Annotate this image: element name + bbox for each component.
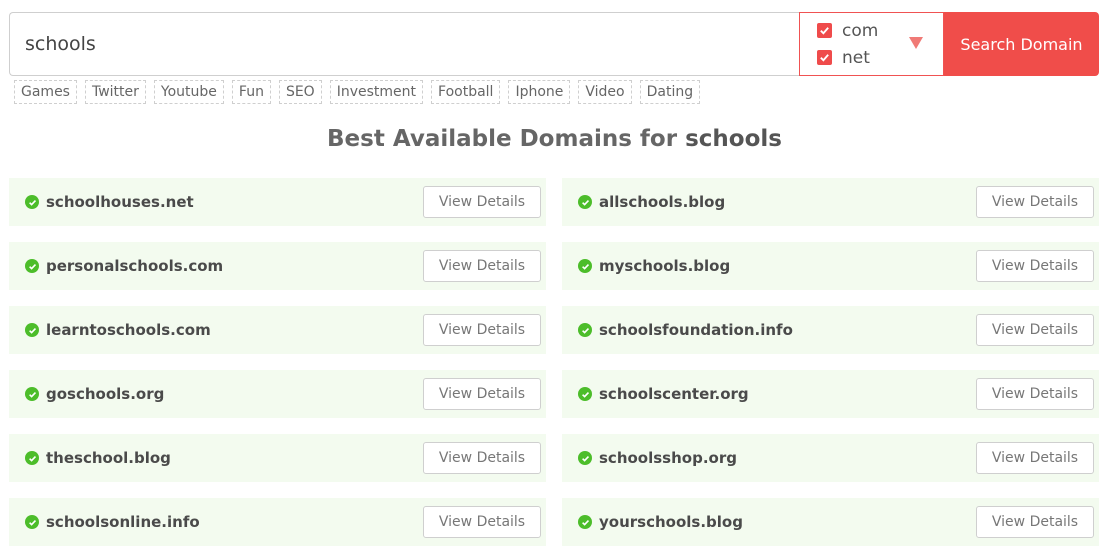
result-row: schoolsfoundation.info View Details xyxy=(562,306,1099,354)
search-input[interactable] xyxy=(9,12,799,76)
domain-wrap: learntoschools.com xyxy=(25,321,211,339)
domain-wrap: allschools.blog xyxy=(578,193,725,211)
available-check-icon xyxy=(578,259,592,273)
checkbox-checked-icon[interactable] xyxy=(817,23,832,38)
tag-twitter[interactable]: Twitter xyxy=(84,80,146,104)
domain-name[interactable]: myschools.blog xyxy=(599,257,730,275)
results-grid: schoolhouses.net View Details allschools.b… xyxy=(9,178,1099,546)
domain-wrap: schoolscenter.org xyxy=(578,385,749,403)
tag-football[interactable]: Football xyxy=(431,80,501,104)
tld-selector[interactable]: com net xyxy=(799,12,944,76)
domain-wrap: goschools.org xyxy=(25,385,164,403)
domain-wrap: personalschools.com xyxy=(25,257,223,275)
domain-name[interactable]: schoolsshop.org xyxy=(599,449,737,467)
view-details-button[interactable]: View Details xyxy=(423,442,541,474)
search-domain-button[interactable]: Search Domain xyxy=(944,12,1099,76)
available-check-icon xyxy=(25,387,39,401)
tag-dating[interactable]: Dating xyxy=(639,80,701,104)
tag-fun[interactable]: Fun xyxy=(231,80,271,104)
heading-keyword: schools xyxy=(685,126,782,152)
tag-youtube[interactable]: Youtube xyxy=(153,80,224,104)
result-row: theschool.blog View Details xyxy=(9,434,546,482)
available-check-icon xyxy=(578,515,592,529)
domain-name[interactable]: goschools.org xyxy=(46,385,164,403)
view-details-button[interactable]: View Details xyxy=(976,506,1094,538)
result-row: schoolsshop.org View Details xyxy=(562,434,1099,482)
domain-name[interactable]: schoolsfoundation.info xyxy=(599,321,793,339)
view-details-button[interactable]: View Details xyxy=(423,378,541,410)
domain-wrap: myschools.blog xyxy=(578,257,730,275)
view-details-button[interactable]: View Details xyxy=(423,186,541,218)
domain-wrap: schoolsshop.org xyxy=(578,449,737,467)
tld-label: com xyxy=(842,20,879,41)
tag-investment[interactable]: Investment xyxy=(329,80,424,104)
tag-iphone[interactable]: Iphone xyxy=(508,80,571,104)
dropdown-arrow-icon[interactable] xyxy=(909,37,923,49)
available-check-icon xyxy=(578,451,592,465)
result-row: personalschools.com View Details xyxy=(9,242,546,290)
view-details-button[interactable]: View Details xyxy=(976,442,1094,474)
result-row: schoolsonline.info View Details xyxy=(9,498,546,546)
domain-name[interactable]: personalschools.com xyxy=(46,257,223,275)
view-details-button[interactable]: View Details xyxy=(423,250,541,282)
domain-wrap: theschool.blog xyxy=(25,449,171,467)
available-check-icon xyxy=(25,323,39,337)
available-check-icon xyxy=(578,387,592,401)
domain-wrap: yourschools.blog xyxy=(578,513,743,531)
view-details-button[interactable]: View Details xyxy=(976,314,1094,346)
view-details-button[interactable]: View Details xyxy=(423,314,541,346)
view-details-button[interactable]: View Details xyxy=(976,250,1094,282)
results-heading: Best Available Domains for schools xyxy=(0,126,1109,152)
suggested-tags: Games Twitter Youtube Fun SEO Investment… xyxy=(14,80,701,104)
checkbox-checked-icon[interactable] xyxy=(817,50,832,65)
available-check-icon xyxy=(25,515,39,529)
tld-option-com[interactable]: com xyxy=(817,20,943,41)
domain-name[interactable]: schoolscenter.org xyxy=(599,385,749,403)
result-row: schoolscenter.org View Details xyxy=(562,370,1099,418)
available-check-icon xyxy=(578,323,592,337)
domain-name[interactable]: theschool.blog xyxy=(46,449,171,467)
result-row: myschools.blog View Details xyxy=(562,242,1099,290)
domain-name[interactable]: schoolhouses.net xyxy=(46,193,194,211)
result-row: goschools.org View Details xyxy=(9,370,546,418)
domain-name[interactable]: learntoschools.com xyxy=(46,321,211,339)
tld-label: net xyxy=(842,47,870,68)
tag-seo[interactable]: SEO xyxy=(278,80,322,104)
result-row: yourschools.blog View Details xyxy=(562,498,1099,546)
domain-wrap: schoolsonline.info xyxy=(25,513,200,531)
result-row: learntoschools.com View Details xyxy=(9,306,546,354)
view-details-button[interactable]: View Details xyxy=(976,378,1094,410)
result-row: allschools.blog View Details xyxy=(562,178,1099,226)
tag-video[interactable]: Video xyxy=(578,80,632,104)
available-check-icon xyxy=(25,195,39,209)
heading-prefix: Best Available Domains for xyxy=(327,126,678,152)
available-check-icon xyxy=(25,259,39,273)
search-bar: com net Search Domain xyxy=(9,12,1099,76)
domain-wrap: schoolsfoundation.info xyxy=(578,321,793,339)
domain-name[interactable]: yourschools.blog xyxy=(599,513,743,531)
domain-wrap: schoolhouses.net xyxy=(25,193,194,211)
available-check-icon xyxy=(25,451,39,465)
domain-name[interactable]: schoolsonline.info xyxy=(46,513,200,531)
tld-option-net[interactable]: net xyxy=(817,47,943,68)
view-details-button[interactable]: View Details xyxy=(976,186,1094,218)
domain-name[interactable]: allschools.blog xyxy=(599,193,725,211)
available-check-icon xyxy=(578,195,592,209)
view-details-button[interactable]: View Details xyxy=(423,506,541,538)
result-row: schoolhouses.net View Details xyxy=(9,178,546,226)
tag-games[interactable]: Games xyxy=(14,80,77,104)
